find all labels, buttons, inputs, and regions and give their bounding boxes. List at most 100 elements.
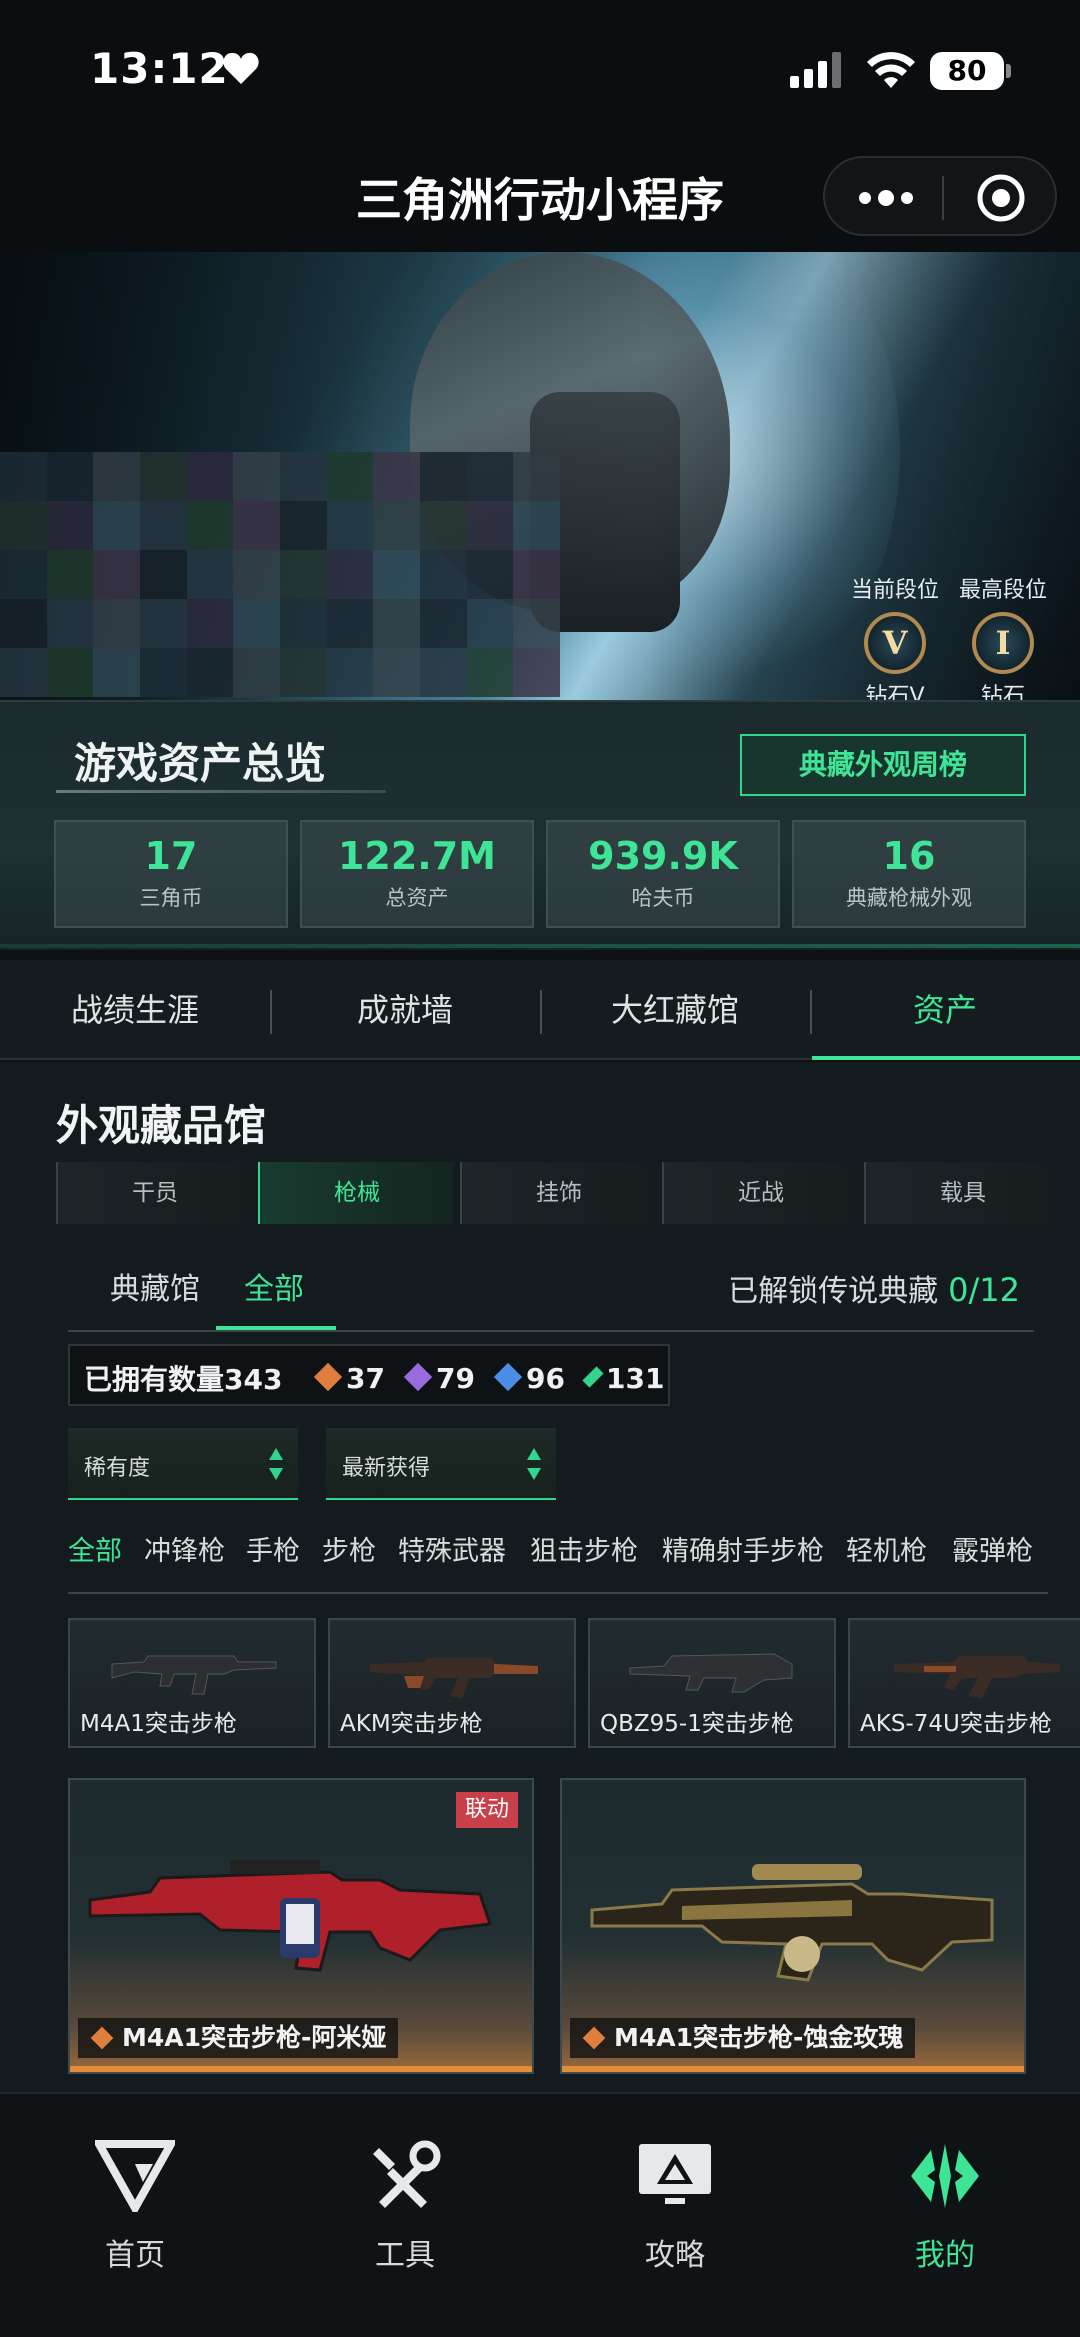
nav-guides[interactable]: 攻略 — [540, 2140, 810, 2280]
more-icon[interactable] — [855, 182, 917, 214]
mosaic-tile — [0, 501, 47, 550]
profile-logo-icon — [911, 2144, 979, 2208]
hero-banner: 当前段位 V 钻石V 最高段位 I 钻石 — [0, 252, 1080, 700]
weapon-card[interactable]: AKM突击步枪 — [328, 1618, 576, 1748]
mosaic-tile — [140, 550, 187, 599]
weapon-card[interactable]: QBZ95-1突击步枪 — [588, 1618, 836, 1748]
mosaic-tile — [373, 452, 420, 501]
mosaic-tile — [420, 648, 467, 697]
mosaic-tile — [186, 648, 234, 697]
tab-red-collection[interactable]: 大红藏馆 — [540, 960, 810, 1060]
wifi-icon — [867, 52, 915, 88]
nav-label: 首页 — [105, 2238, 165, 2273]
mosaic-tile — [373, 550, 420, 599]
stat-card[interactable]: 122.7M 总资产 — [300, 820, 534, 928]
filter-smg[interactable]: 冲锋枪 — [144, 1524, 225, 1580]
sub-tab-collection-hall[interactable]: 典藏馆 — [110, 1252, 200, 1328]
highest-rank-emblem-icon: I — [972, 612, 1034, 674]
rifle-icon — [111, 1655, 277, 1695]
title-bar: 三角洲行动小程序 — [0, 140, 1080, 252]
sort-recent-dropdown[interactable]: 最新获得 — [326, 1428, 556, 1500]
mosaic-tile — [46, 648, 94, 697]
filter-all[interactable]: 全部 — [68, 1524, 122, 1580]
category-tab-vehicles[interactable]: 载具 — [864, 1162, 1060, 1224]
skin-name: M4A1突击步枪-蚀金玫瑰 — [570, 2018, 916, 2058]
skin-card[interactable]: M4A1突击步枪-蚀金玫瑰 — [560, 1778, 1026, 2074]
mosaic-tile — [420, 550, 467, 599]
filter-sniper[interactable]: 狙击步枪 — [530, 1524, 638, 1580]
stat-card[interactable]: 16 典藏枪械外观 — [792, 820, 1026, 928]
weapon-card[interactable]: AKS-74U突击步枪 — [848, 1618, 1080, 1748]
category-tab-charms[interactable]: 挂饰 — [460, 1162, 656, 1224]
mosaic-tile — [93, 648, 140, 697]
filter-shotgun[interactable]: 霰弹枪 — [952, 1524, 1033, 1580]
owned-count-value: 131 — [606, 1362, 665, 1395]
mosaic-tile — [140, 648, 187, 697]
filter-special[interactable]: 特殊武器 — [398, 1524, 506, 1580]
unlock-label: 已解锁传说典藏 — [728, 1274, 939, 1309]
tab-career[interactable]: 战绩生涯 — [0, 960, 270, 1060]
category-tab-firearms[interactable]: 枪械 — [258, 1162, 454, 1224]
mosaic-tile — [420, 452, 467, 501]
owned-count-uncommon: 131 — [582, 1362, 665, 1395]
mosaic-tile — [140, 452, 187, 501]
mosaic-tile — [326, 452, 374, 501]
nav-me[interactable]: 我的 — [810, 2140, 1080, 2280]
weekly-ranking-button[interactable]: 典藏外观周榜 — [740, 734, 1026, 796]
mosaic-tile — [373, 599, 420, 648]
close-miniprogram-icon[interactable] — [975, 172, 1027, 224]
mosaic-tile — [466, 501, 514, 550]
weapon-type-filter: 全部 冲锋枪 手枪 步枪 特殊武器 狙击步枪 精确射手步枪 轻机枪 霰弹枪 — [68, 1524, 1048, 1594]
stat-card[interactable]: 939.9K 哈夫币 — [546, 820, 780, 928]
filter-lmg[interactable]: 轻机枪 — [846, 1524, 927, 1580]
title-underline — [56, 790, 386, 793]
battery-nub — [1006, 64, 1011, 78]
mosaic-tile — [46, 501, 94, 550]
stat-card[interactable]: 17 三角币 — [54, 820, 288, 928]
rifle-icon — [370, 1658, 538, 1698]
mosaic-tile — [373, 501, 420, 550]
mosaic-tile — [513, 550, 560, 599]
mosaic-tile — [280, 550, 327, 599]
category-tab-melee[interactable]: 近战 — [662, 1162, 858, 1224]
mosaic-tile — [466, 550, 514, 599]
skin-card[interactable]: 联动 M4A1突击步枪-阿米娅 — [68, 1778, 534, 2074]
category-tab-operators[interactable]: 干员 — [56, 1162, 252, 1224]
gold-rifle-skin-icon — [590, 1864, 994, 1982]
mosaic-tile — [93, 452, 140, 501]
mosaic-tile — [513, 599, 560, 648]
mosaic-tile — [46, 452, 94, 501]
mosaic-tile — [326, 550, 374, 599]
current-rank-name: 钻石V — [865, 684, 925, 700]
home-logo-icon — [95, 2140, 175, 2212]
mosaic-tile — [420, 599, 467, 648]
mosaic-tile — [0, 550, 47, 599]
sort-rarity-dropdown[interactable]: 稀有度 — [68, 1428, 298, 1500]
mosaic-tile — [46, 599, 94, 648]
status-bar: 13:12 80 — [0, 0, 1080, 140]
weapon-card[interactable]: M4A1突击步枪 — [68, 1618, 316, 1748]
mosaic-tile — [233, 599, 280, 648]
current-rank[interactable]: 当前段位 V 钻石V — [845, 572, 945, 700]
mosaic-tile — [186, 599, 234, 648]
tab-assets[interactable]: 资产 — [810, 960, 1080, 1060]
current-rank-emblem-icon: V — [864, 612, 926, 674]
nav-home[interactable]: 首页 — [0, 2140, 270, 2280]
highest-rank[interactable]: 最高段位 I 钻石 — [953, 572, 1053, 700]
tab-achievements[interactable]: 成就墙 — [270, 960, 540, 1060]
owned-count-value: 96 — [526, 1362, 565, 1395]
mosaic-tile — [186, 452, 234, 501]
filter-pistol[interactable]: 手枪 — [246, 1524, 300, 1580]
status-time: 13:12 — [90, 44, 229, 93]
mosaic-tile — [466, 599, 514, 648]
active-tab-underline — [812, 1056, 1080, 1060]
filter-rifle[interactable]: 步枪 — [322, 1524, 376, 1580]
sub-tab-all[interactable]: 全部 — [244, 1252, 304, 1328]
weapon-name: AKM突击步枪 — [340, 1711, 483, 1737]
nav-tools[interactable]: 工具 — [270, 2140, 540, 2280]
mosaic-tile — [513, 452, 560, 501]
nav-label: 工具 — [375, 2238, 435, 2273]
weapon-name: AKS-74U突击步枪 — [860, 1711, 1052, 1737]
owned-count-rare: 96 — [493, 1362, 565, 1395]
filter-marksman[interactable]: 精确射手步枪 — [662, 1524, 824, 1580]
